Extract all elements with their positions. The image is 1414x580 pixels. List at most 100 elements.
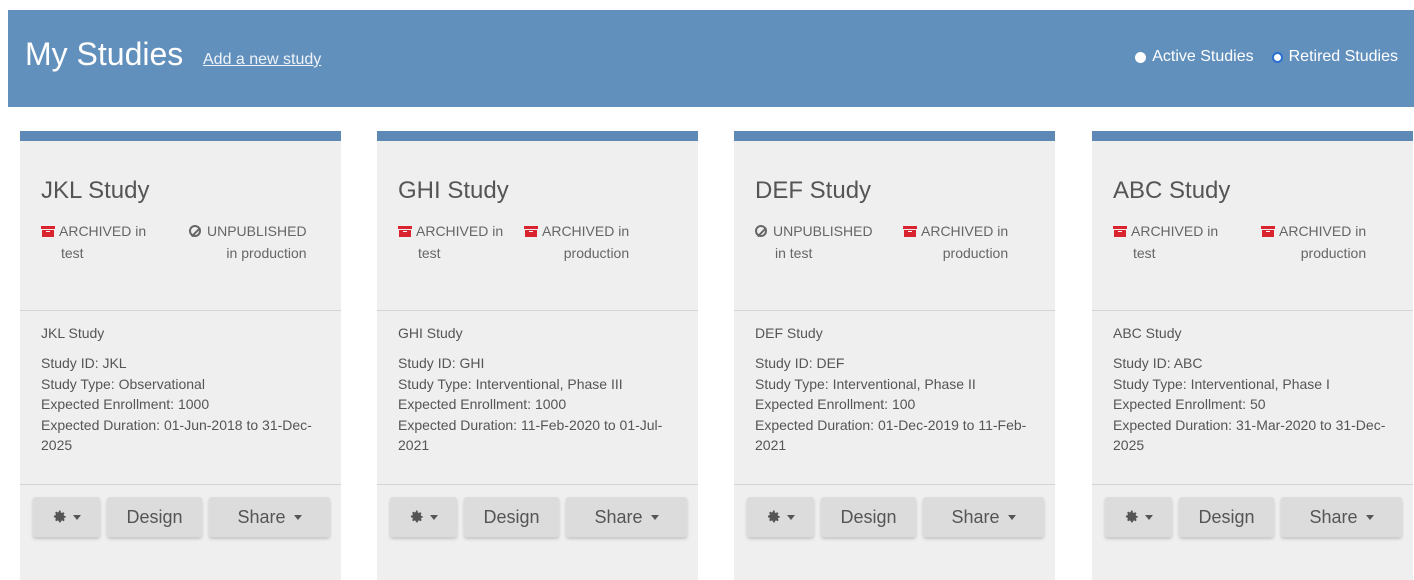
retired-studies-label: Retired Studies [1288,48,1398,65]
card-divider [377,484,698,485]
status-production-label: ARCHIVED in [1279,223,1367,239]
archive-icon [524,225,538,237]
radio-unselected-icon[interactable] [1135,51,1147,63]
gear-icon [410,510,423,523]
study-card: DEF Study UNPUBLISHED in test ARCHIVED i… [734,131,1055,580]
unpublished-icon [189,225,201,237]
settings-dropdown-button[interactable] [390,497,457,537]
study-type: Study Type: Interventional, Phase II [755,375,976,392]
study-description: GHI Study [398,325,463,341]
study-id: Study ID: GHI [398,355,485,371]
add-new-study-link[interactable]: Add a new study [203,51,321,69]
study-type: Study Type: Interventional, Phase III [398,375,623,392]
page-header: My Studies Add a new study Active Studie… [8,10,1414,107]
gear-icon [767,510,780,523]
share-dropdown-button[interactable]: Share [566,497,687,537]
status-production-label: ARCHIVED in [921,223,1009,239]
chevron-down-icon [650,514,659,520]
radio-selected-icon[interactable] [1271,51,1283,63]
settings-dropdown-button[interactable] [747,497,814,537]
study-description: ABC Study [1113,325,1182,341]
settings-dropdown-button[interactable] [33,497,100,537]
card-divider [20,484,341,485]
study-id: Study ID: ABC [1113,355,1203,371]
active-studies-label: Active Studies [1152,48,1254,65]
status-production: ARCHIVED in production [524,220,629,264]
status-test-label: ARCHIVED in [59,223,147,239]
unpublished-icon [755,225,767,237]
card-divider [1092,484,1413,485]
page-title: My Studies [25,36,184,72]
chevron-down-icon [429,514,438,520]
share-dropdown-button[interactable]: Share [923,497,1044,537]
archive-icon [903,225,917,237]
share-label: Share [951,506,1000,527]
share-label: Share [237,506,286,527]
retired-studies-radio[interactable]: Retired Studies [1271,48,1398,66]
card-divider [377,310,698,311]
study-type: Study Type: Interventional, Phase I [1113,375,1330,392]
status-test-env: test [1133,245,1156,261]
expected-duration: Expected Duration: 01-Dec-2019 to 11-Feb… [755,416,1027,454]
status-test: UNPUBLISHED in test [755,220,873,264]
status-test-env: in test [775,245,813,261]
card-divider [20,310,341,311]
study-title: JKL Study [41,177,150,204]
status-test: ARCHIVED in test [1113,220,1218,264]
status-test-label: ARCHIVED in [1131,223,1219,239]
expected-enrollment: Expected Enrollment: 1000 [41,396,210,412]
chevron-down-icon [786,514,795,520]
design-button[interactable]: Design [107,497,202,537]
design-button[interactable]: Design [464,497,559,537]
study-card: JKL Study ARCHIVED in test UNPUBLISHED i… [20,131,341,580]
study-id: Study ID: JKL [41,355,127,371]
status-test: ARCHIVED in test [41,220,146,264]
study-details: Study ID: GHI Study Type: Interventional… [398,353,683,456]
study-type: Study Type: Observational [41,375,205,392]
status-production-label: ARCHIVED in [542,223,630,239]
study-card: ABC Study ARCHIVED in test ARCHIVED in p… [1092,131,1413,580]
status-production-env: production [563,245,630,261]
card-divider [734,484,1055,485]
study-description: JKL Study [41,325,105,341]
status-production-env: production [942,245,1009,261]
status-production-env: production [1300,245,1367,261]
study-details: Study ID: JKL Study Type: Observational … [41,353,326,456]
archive-icon [1261,225,1275,237]
expected-enrollment: Expected Enrollment: 1000 [398,396,567,412]
expected-duration: Expected Duration: 11-Feb-2020 to 01-Jul… [398,416,663,454]
chevron-down-icon [1144,514,1153,520]
study-details: Study ID: ABC Study Type: Interventional… [1113,353,1398,456]
study-id: Study ID: DEF [755,355,845,371]
chevron-down-icon [1365,514,1374,520]
card-divider [1092,310,1413,311]
study-card: GHI Study ARCHIVED in test ARCHIVED in p… [377,131,698,580]
expected-duration: Expected Duration: 01-Jun-2018 to 31-Dec… [41,416,312,454]
status-production: UNPUBLISHED in production [189,220,307,264]
chevron-down-icon [72,514,81,520]
gear-icon [1125,510,1138,523]
share-label: Share [594,506,643,527]
expected-enrollment: Expected Enrollment: 50 [1113,396,1266,412]
archive-icon [41,225,55,237]
active-studies-radio[interactable]: Active Studies [1135,48,1254,66]
share-label: Share [1309,506,1358,527]
status-test: ARCHIVED in test [398,220,503,264]
status-test-env: test [418,245,441,261]
status-test-label: ARCHIVED in [416,223,504,239]
card-divider [734,310,1055,311]
status-production-label: UNPUBLISHED [207,223,307,239]
gear-icon [53,510,66,523]
study-title: ABC Study [1113,177,1231,204]
status-test-label: UNPUBLISHED [773,223,873,239]
settings-dropdown-button[interactable] [1105,497,1172,537]
status-production-env: in production [226,245,307,261]
share-dropdown-button[interactable]: Share [1281,497,1402,537]
share-dropdown-button[interactable]: Share [209,497,330,537]
design-button[interactable]: Design [821,497,916,537]
design-button[interactable]: Design [1179,497,1274,537]
study-title: DEF Study [755,177,872,204]
expected-enrollment: Expected Enrollment: 100 [755,396,916,412]
chevron-down-icon [293,514,302,520]
status-test-env: test [61,245,84,261]
